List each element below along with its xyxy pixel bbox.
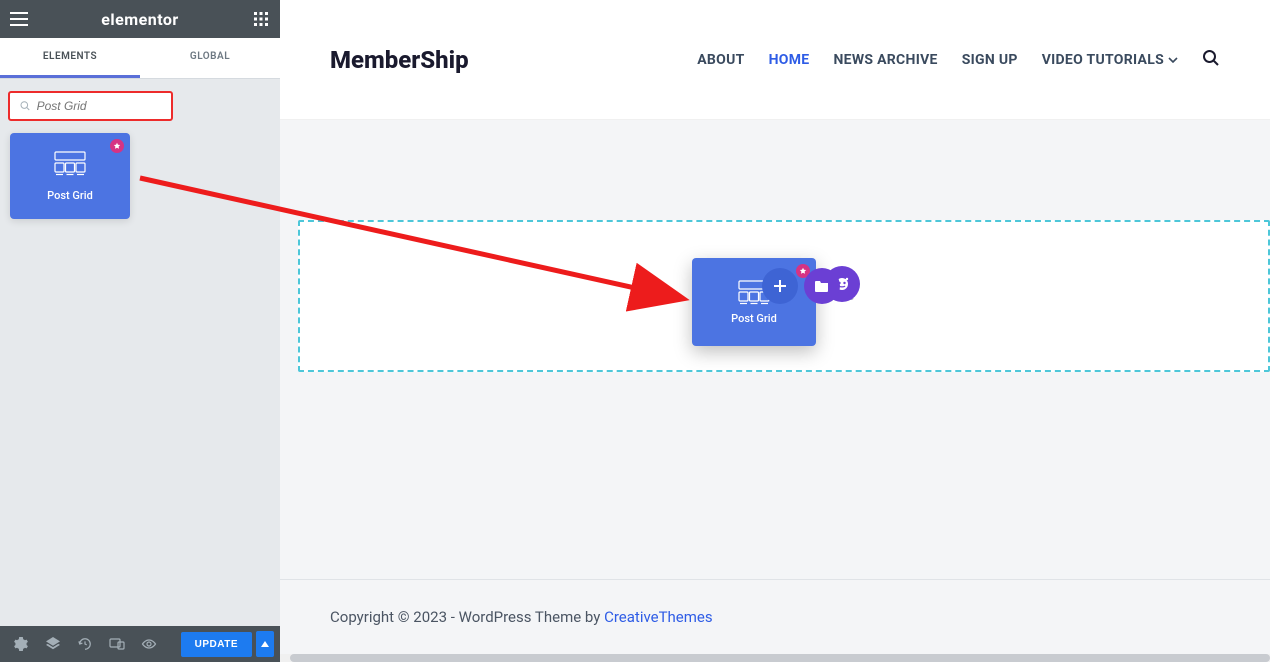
widget-label: Post Grid [47,189,93,202]
widget-search-box [8,91,173,121]
site-title: MemberShip [330,46,469,74]
sidebar-footer: UPDATE [0,626,280,662]
sidebar-header: elementor [0,0,280,38]
zone-action-icons [762,268,840,304]
nav-sign-up[interactable]: SIGN UP [962,52,1018,68]
tab-elements[interactable]: ELEMENTS [0,38,140,78]
footer-text: Copyright © 2023 - WordPress Theme by [330,608,604,626]
pro-badge-icon [110,139,124,153]
settings-icon[interactable] [6,629,36,659]
nav-home[interactable]: HOME [769,52,810,68]
navigator-icon[interactable] [38,629,68,659]
dragging-widget-label: Post Grid [731,312,777,325]
nav-video-tutorials[interactable]: VIDEO TUTORIALS [1042,52,1178,68]
elementor-sidebar: elementor ELEMENTS GLOBAL [0,0,280,662]
responsive-icon[interactable] [102,629,132,659]
elementor-brand: elementor [38,10,242,29]
tab-global[interactable]: GLOBAL [140,38,280,78]
site-header: MemberShip ABOUT HOME NEWS ARCHIVE SIGN … [280,0,1270,120]
chevron-down-icon [1168,57,1178,63]
editor-canvas: MemberShip ABOUT HOME NEWS ARCHIVE SIGN … [280,0,1270,662]
site-search-icon[interactable] [1202,49,1220,71]
horizontal-scrollbar[interactable] [280,654,1270,662]
update-button[interactable]: UPDATE [181,632,252,657]
nav-news-archive[interactable]: NEWS ARCHIVE [833,52,937,68]
widgets-panel: Post Grid [0,133,280,219]
nav-label: VIDEO TUTORIALS [1042,52,1164,68]
footer-theme-link[interactable]: CreativeThemes [604,608,713,626]
site-footer: Copyright © 2023 - WordPress Theme by Cr… [280,579,1270,654]
nav-about[interactable]: ABOUT [697,52,744,68]
sidebar-tabs: ELEMENTS GLOBAL [0,38,280,79]
widget-post-grid[interactable]: Post Grid [10,133,130,219]
widget-search-input[interactable] [37,99,161,113]
page-canvas: dget here [280,120,1270,579]
update-dropdown-icon[interactable] [256,631,274,657]
hamburger-menu-icon[interactable] [0,0,38,38]
site-nav: ABOUT HOME NEWS ARCHIVE SIGN UP VIDEO TU… [697,49,1220,71]
template-library-icon[interactable] [804,268,840,304]
scrollbar-thumb[interactable] [290,654,1270,662]
apps-grid-icon[interactable] [242,0,280,38]
preview-icon[interactable] [134,629,164,659]
add-section-icon[interactable] [762,268,798,304]
history-icon[interactable] [70,629,100,659]
search-wrap [0,79,280,133]
search-icon [20,100,31,112]
post-grid-icon [54,151,86,181]
